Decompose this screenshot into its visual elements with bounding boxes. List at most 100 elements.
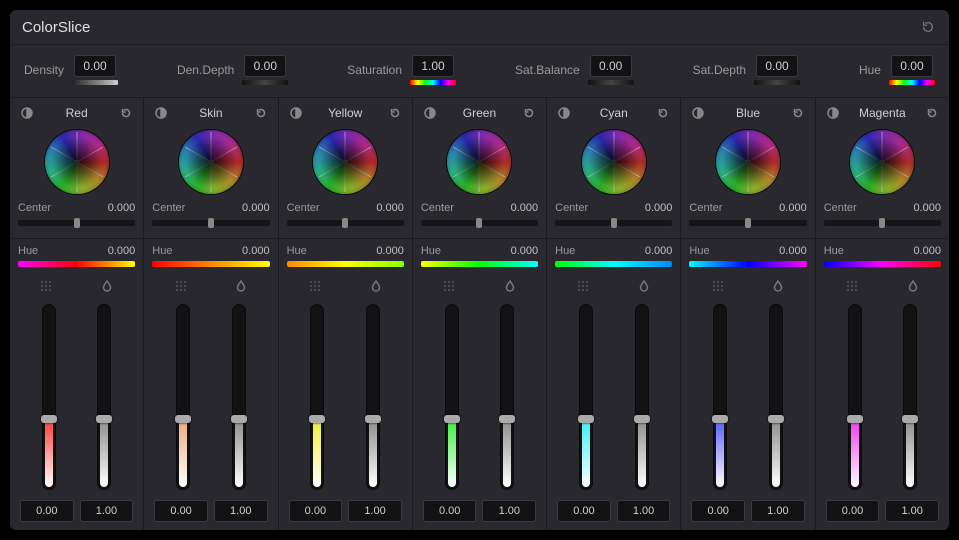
density-slider[interactable] [310,304,324,490]
global-label: Sat.Depth [693,63,746,77]
center-slider[interactable] [18,220,135,226]
hue-value[interactable]: 0.000 [645,245,673,257]
hue-value[interactable]: 0.000 [511,245,539,257]
global-control-density: Density 0.00 [24,55,118,85]
global-value-input[interactable]: 0.00 [590,55,632,77]
saturation-slider[interactable] [903,304,917,490]
center-slider[interactable] [421,220,538,226]
density-value-input[interactable]: 0.00 [289,500,343,522]
saturation-slider[interactable] [232,304,246,490]
global-gradient-indicator [754,80,800,85]
reset-channel-icon[interactable] [522,106,536,120]
density-grid-icon [711,279,725,296]
center-value[interactable]: 0.000 [376,202,404,214]
density-value-input[interactable]: 0.00 [423,500,477,522]
contrast-icon[interactable] [423,106,437,120]
color-wheel[interactable] [447,130,511,194]
reset-channel-icon[interactable] [925,106,939,120]
center-value[interactable]: 0.000 [645,202,673,214]
color-wheel[interactable] [850,130,914,194]
global-value-input[interactable]: 0.00 [74,55,116,77]
center-slider[interactable] [152,220,269,226]
contrast-icon[interactable] [154,106,168,120]
contrast-icon[interactable] [826,106,840,120]
channel-title: Red [66,106,88,120]
density-slider[interactable] [176,304,190,490]
hue-slider[interactable] [287,261,404,267]
saturation-slider[interactable] [769,304,783,490]
channel-column-green: Green Center 0.000 Hue 0.000 [413,98,547,530]
density-grid-icon [845,279,859,296]
global-control-sat-balance: Sat.Balance 0.00 [515,55,634,85]
saturation-slider[interactable] [97,304,111,490]
divider [547,238,680,239]
density-slider[interactable] [42,304,56,490]
color-wheel[interactable] [582,130,646,194]
hue-value[interactable]: 0.000 [779,245,807,257]
hue-value[interactable]: 0.000 [108,245,136,257]
saturation-value-input[interactable]: 1.00 [80,500,134,522]
global-value-input[interactable]: 0.00 [756,55,798,77]
reset-channel-icon[interactable] [791,106,805,120]
reset-channel-icon[interactable] [119,106,133,120]
reset-channel-icon[interactable] [254,106,268,120]
density-value-input[interactable]: 0.00 [826,500,880,522]
reset-all-button[interactable] [919,18,937,36]
saturation-value-input[interactable]: 1.00 [885,500,939,522]
center-value[interactable]: 0.000 [779,202,807,214]
reset-channel-icon[interactable] [388,106,402,120]
saturation-value-input[interactable]: 1.00 [214,500,268,522]
saturation-slider[interactable] [366,304,380,490]
center-label: Center [421,202,454,214]
density-slider[interactable] [579,304,593,490]
color-wheel[interactable] [45,130,109,194]
saturation-drop-icon [637,279,651,296]
density-value-input[interactable]: 0.00 [20,500,74,522]
center-value[interactable]: 0.000 [511,202,539,214]
center-value[interactable]: 0.000 [108,202,136,214]
center-slider[interactable] [555,220,672,226]
reset-channel-icon[interactable] [656,106,670,120]
saturation-value-input[interactable]: 1.00 [751,500,805,522]
density-slider[interactable] [713,304,727,490]
saturation-value-input[interactable]: 1.00 [348,500,402,522]
center-slider[interactable] [287,220,404,226]
saturation-value-input[interactable]: 1.00 [482,500,536,522]
contrast-icon[interactable] [289,106,303,120]
hue-slider[interactable] [152,261,269,267]
global-value-input[interactable]: 0.00 [244,55,286,77]
center-slider[interactable] [824,220,941,226]
hue-label: Hue [152,245,172,257]
hue-slider[interactable] [421,261,538,267]
hue-slider[interactable] [555,261,672,267]
color-wheel[interactable] [313,130,377,194]
center-slider[interactable] [689,220,806,226]
hue-label: Hue [421,245,441,257]
center-value[interactable]: 0.000 [242,202,270,214]
density-slider[interactable] [445,304,459,490]
center-label: Center [824,202,857,214]
contrast-icon[interactable] [557,106,571,120]
density-value-input[interactable]: 0.00 [691,500,745,522]
global-value-input[interactable]: 0.00 [891,55,933,77]
hue-value[interactable]: 0.000 [242,245,270,257]
center-value[interactable]: 0.000 [913,202,941,214]
contrast-icon[interactable] [691,106,705,120]
saturation-value-input[interactable]: 1.00 [617,500,671,522]
hue-slider[interactable] [824,261,941,267]
saturation-drop-icon [369,279,383,296]
density-value-input[interactable]: 0.00 [154,500,208,522]
color-wheel[interactable] [716,130,780,194]
contrast-icon[interactable] [20,106,34,120]
hue-slider[interactable] [689,261,806,267]
global-value-input[interactable]: 1.00 [412,55,454,77]
density-slider[interactable] [848,304,862,490]
color-wheel[interactable] [179,130,243,194]
saturation-slider[interactable] [500,304,514,490]
hue-slider[interactable] [18,261,135,267]
hue-value[interactable]: 0.000 [376,245,404,257]
saturation-slider[interactable] [635,304,649,490]
hue-value[interactable]: 0.000 [913,245,941,257]
density-value-input[interactable]: 0.00 [557,500,611,522]
density-grid-icon [576,279,590,296]
